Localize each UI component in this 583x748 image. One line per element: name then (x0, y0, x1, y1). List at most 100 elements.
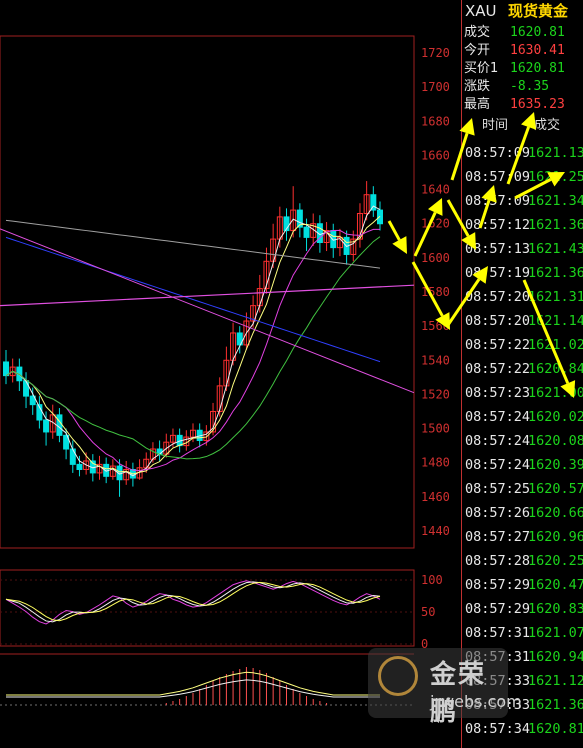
candle-body (69, 448, 76, 465)
tick-time: 08:57:26 (465, 505, 531, 521)
y-tick-label: 1540 (421, 353, 450, 367)
y-tick-label: 1600 (421, 251, 450, 265)
watermark: 金荣鹏 jrwebs.com (368, 648, 522, 727)
quote-row: 今开 1630.41 (462, 42, 583, 60)
quote-value: -8.35 (510, 79, 550, 94)
y-tick-label: 1500 (421, 422, 450, 436)
tick-header: 时间 成交 (462, 116, 583, 136)
tick-row[interactable]: 08:57:09 1621.34 (462, 189, 583, 213)
y-tick-label: 1720 (421, 46, 450, 60)
tick-time: 08:57:20 (465, 313, 531, 329)
tick-row[interactable]: 08:57:28 1620.25 (462, 549, 583, 573)
tick-price: 1620.96 (528, 529, 583, 545)
tick-row[interactable]: 08:57:13 1621.43 (462, 237, 583, 261)
candle-body (23, 380, 30, 397)
ma-line-blue (5, 236, 381, 363)
tick-row[interactable]: 08:57:31 1621.07 (462, 621, 583, 645)
tick-time: 08:57:31 (465, 625, 531, 641)
main-plot-frame (0, 35, 415, 549)
candle-body (377, 209, 383, 225)
tick-price: 1621.25 (528, 169, 583, 185)
tick-row[interactable]: 08:57:25 1620.57 (462, 477, 583, 501)
tick-row[interactable]: 08:57:24 1620.08 (462, 429, 583, 453)
tick-price: 1621.36 (528, 217, 583, 233)
y-tick-label: 1640 (421, 183, 450, 197)
tick-price: 1620.47 (528, 577, 583, 593)
candle-body (56, 414, 63, 436)
tick-time: 08:57:23 (465, 385, 531, 401)
tick-price: 1620.39 (528, 457, 583, 473)
quote-value: 1620.81 (510, 61, 565, 76)
tick-price: 1621.36 (528, 697, 583, 713)
y-tick-label: 1660 (421, 148, 450, 162)
trend-line-down (0, 228, 415, 394)
y-tick-label: 1560 (421, 319, 450, 333)
candle-body (43, 419, 50, 433)
tick-row[interactable]: 08:57:19 1621.36 (462, 261, 583, 285)
candle-body (76, 463, 83, 470)
tick-time: 08:57:09 (465, 193, 531, 209)
symbol-name: 现货黄金 (508, 2, 569, 20)
y-tick-label: 1440 (421, 524, 450, 538)
tick-time: 08:57:22 (465, 337, 531, 353)
tick-price: 1621.02 (528, 337, 583, 353)
quote-row: 最高 1635.23 (462, 96, 583, 114)
y-tick-label: 1460 (421, 490, 450, 504)
tick-price: 1621.34 (528, 193, 583, 209)
candle-body (330, 230, 337, 249)
quote-row: 买价1 1620.81 (462, 60, 583, 78)
tick-row[interactable]: 08:57:29 1620.47 (462, 573, 583, 597)
tick-time: 08:57:27 (465, 529, 531, 545)
tick-row[interactable]: 08:57:22 1621.02 (462, 333, 583, 357)
tick-row[interactable]: 08:57:26 1620.66 (462, 501, 583, 525)
tick-row[interactable]: 08:57:12 1621.36 (462, 213, 583, 237)
tick-price: 1621.31 (528, 289, 583, 305)
y-tick-label: 1680 (421, 114, 450, 128)
tick-time: 08:57:24 (465, 409, 531, 425)
y-tick-label: 1480 (421, 456, 450, 470)
tick-time: 08:57:19 (465, 265, 531, 281)
tick-price: 1620.94 (528, 649, 583, 665)
quote-row: 成交 1620.81 (462, 24, 583, 42)
tick-time: 08:57:09 (465, 145, 531, 161)
tick-price: 1620.84 (528, 361, 583, 377)
tick-price: 1620.08 (528, 433, 583, 449)
tick-time: 08:57:29 (465, 601, 531, 617)
tick-price: 1621.00 (528, 385, 583, 401)
tick-row[interactable]: 08:57:20 1621.31 (462, 285, 583, 309)
candle-body (3, 361, 9, 377)
trading-app: 1720 1700 1680 1660 1640 1620 1600 1580 1560 1540… (0, 0, 583, 748)
ma-line-gray (5, 219, 381, 269)
tick-row[interactable]: 08:57:23 1621.00 (462, 381, 583, 405)
tick-row[interactable]: 08:57:29 1620.83 (462, 597, 583, 621)
indicator-tick-label: 100 (421, 573, 443, 587)
tick-time: 08:57:24 (465, 457, 531, 473)
tick-row[interactable]: 08:57:09 1621.25 (462, 165, 583, 189)
tick-header-price: 成交 (534, 118, 561, 133)
tick-time: 08:57:13 (465, 241, 531, 257)
tick-header-time: 时间 (482, 118, 509, 133)
y-tick-label: 1520 (421, 387, 450, 401)
symbol-header: XAU 现货黄金 (462, 0, 583, 23)
tick-price: 1620.81 (528, 721, 583, 737)
indicator-tick-label: 50 (421, 605, 435, 619)
tick-row[interactable]: 08:57:20 1621.14 (462, 309, 583, 333)
tick-price: 1621.43 (528, 241, 583, 257)
tick-row[interactable]: 08:57:24 1620.39 (462, 453, 583, 477)
quote-value: 1635.23 (510, 97, 565, 112)
tick-price: 1621.13 (528, 145, 583, 161)
symbol-code: XAU (465, 2, 497, 20)
y-tick-label: 1700 (421, 80, 450, 94)
quote-row: 涨跌 -8.35 (462, 78, 583, 96)
tick-price: 1620.57 (528, 481, 583, 497)
tick-time: 08:57:20 (465, 289, 531, 305)
tick-price: 1620.02 (528, 409, 583, 425)
tick-row[interactable]: 08:57:22 1620.84 (462, 357, 583, 381)
tick-price: 1621.14 (528, 313, 583, 329)
indicator-frame (0, 569, 415, 647)
tick-row[interactable]: 08:57:24 1620.02 (462, 405, 583, 429)
tick-row[interactable]: 08:57:27 1620.96 (462, 525, 583, 549)
kline-chart[interactable]: 1720 1700 1680 1660 1640 1620 1600 1580 1560 1540… (0, 0, 461, 748)
tick-row[interactable]: 08:57:09 1621.13 (462, 141, 583, 165)
tick-time: 08:57:24 (465, 433, 531, 449)
